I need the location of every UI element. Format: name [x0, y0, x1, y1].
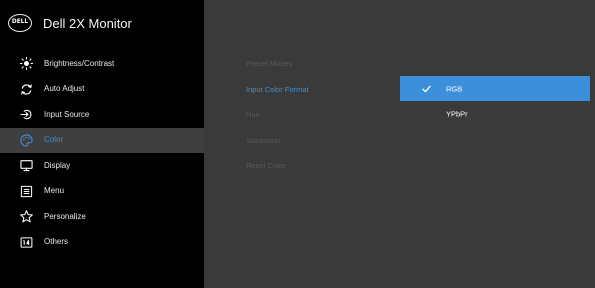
menu-item-brightness-contrast[interactable]: Brightness/Contrast	[0, 51, 204, 77]
menu-item-label: Display	[44, 160, 71, 170]
main-menu-panel: DELL Dell 2X Monitor Brightness/Contrast…	[0, 0, 204, 288]
star-icon	[20, 210, 33, 223]
menu-icon	[20, 185, 33, 198]
menu-item-auto-adjust[interactable]: Auto Adjust	[0, 77, 204, 103]
menu-item-label: Color	[44, 135, 64, 145]
menu-item-label: Input Source	[44, 109, 90, 119]
monitor-osd: DELL Dell 2X Monitor Brightness/Contrast…	[0, 0, 595, 288]
dell-logo: DELL	[8, 14, 32, 32]
menu-item-others[interactable]: Others	[0, 230, 204, 256]
menu-item-display[interactable]: Display	[0, 153, 204, 179]
submenu-item-hue[interactable]: Hue	[204, 102, 400, 128]
auto-adjust-icon	[20, 83, 33, 96]
product-name: Dell 2X Monitor	[43, 16, 132, 31]
menu-item-label: Brightness/Contrast	[44, 58, 115, 68]
menu-item-label: Menu	[44, 186, 65, 196]
input-source-icon	[20, 108, 33, 121]
color-submenu: Preset Modes Input Color Format Hue Satu…	[204, 51, 400, 179]
menu-item-input-source[interactable]: Input Source	[0, 102, 204, 128]
menu-item-color[interactable]: Color	[0, 127, 204, 153]
dell-logo-text: DELL	[11, 19, 29, 26]
submenu-item-saturation[interactable]: Saturation	[204, 128, 400, 154]
brand-header: DELL Dell 2X Monitor	[0, 0, 204, 48]
option-rgb[interactable]: RGB	[400, 76, 590, 101]
brightness-icon	[19, 57, 34, 71]
color-palette-icon	[20, 134, 33, 147]
submenu-item-preset-modes[interactable]: Preset Modes	[204, 51, 400, 77]
menu-item-label: Auto Adjust	[44, 84, 85, 94]
display-icon	[20, 159, 33, 172]
menu-item-menu[interactable]: Menu	[0, 179, 204, 205]
checkmark-icon	[422, 85, 431, 92]
menu-item-personalize[interactable]: Personalize	[0, 204, 204, 230]
option-label: RGB	[446, 84, 463, 93]
option-label: YPbPr	[446, 109, 468, 118]
submenu-item-input-color-format[interactable]: Input Color Format	[204, 77, 400, 103]
option-ypbpr[interactable]: YPbPr	[400, 101, 590, 126]
input-color-format-options: RGB YPbPr	[400, 76, 590, 126]
others-icon	[20, 236, 33, 249]
submenu-item-reset-color[interactable]: Reset Color	[204, 153, 400, 179]
menu-item-label: Personalize	[44, 211, 86, 221]
menu-item-label: Others	[44, 237, 69, 247]
main-menu: Brightness/Contrast Auto Adjust Input So…	[0, 51, 204, 255]
